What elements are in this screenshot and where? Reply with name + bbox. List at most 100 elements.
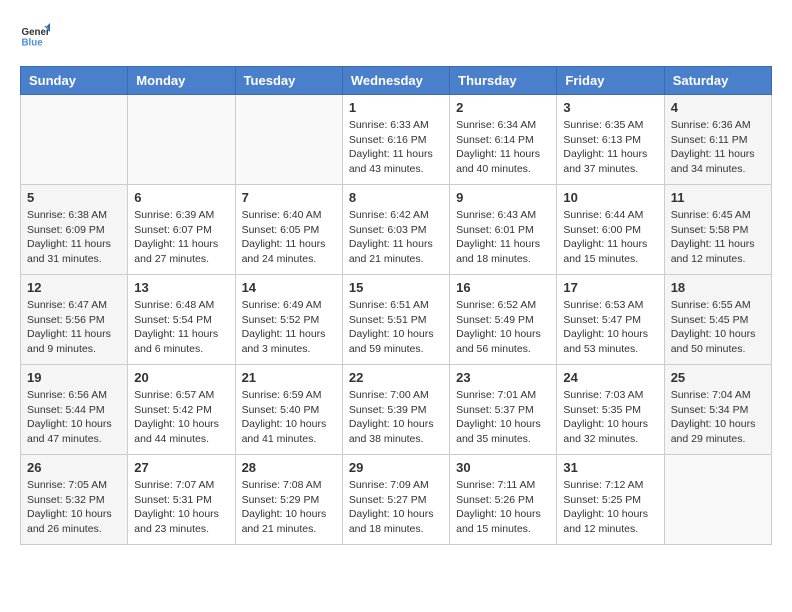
- calendar-day-28: 28 Sunrise: 7:08 AM Sunset: 5:29 PM Dayli…: [235, 455, 342, 545]
- calendar-day-16: 16 Sunrise: 6:52 AM Sunset: 5:49 PM Dayli…: [450, 275, 557, 365]
- day-info: Sunrise: 6:47 AM Sunset: 5:56 PM Dayligh…: [27, 298, 121, 357]
- calendar-day-27: 27 Sunrise: 7:07 AM Sunset: 5:31 PM Dayli…: [128, 455, 235, 545]
- logo-icon: General Blue: [20, 20, 50, 50]
- weekday-header-monday: Monday: [128, 67, 235, 95]
- day-number: 1: [349, 100, 443, 115]
- calendar-week-row: 12 Sunrise: 6:47 AM Sunset: 5:56 PM Dayli…: [21, 275, 772, 365]
- calendar-empty-cell: [664, 455, 771, 545]
- day-number: 28: [242, 460, 336, 475]
- day-info: Sunrise: 7:08 AM Sunset: 5:29 PM Dayligh…: [242, 478, 336, 537]
- logo: General Blue: [20, 20, 56, 50]
- day-info: Sunrise: 7:01 AM Sunset: 5:37 PM Dayligh…: [456, 388, 550, 447]
- day-info: Sunrise: 7:11 AM Sunset: 5:26 PM Dayligh…: [456, 478, 550, 537]
- day-number: 18: [671, 280, 765, 295]
- day-number: 8: [349, 190, 443, 205]
- day-info: Sunrise: 6:55 AM Sunset: 5:45 PM Dayligh…: [671, 298, 765, 357]
- weekday-header-tuesday: Tuesday: [235, 67, 342, 95]
- calendar-table: SundayMondayTuesdayWednesdayThursdayFrid…: [20, 66, 772, 545]
- day-info: Sunrise: 6:44 AM Sunset: 6:00 PM Dayligh…: [563, 208, 657, 267]
- calendar-day-21: 21Sunrise: 6:59 AM Sunset: 5:40 PM Dayli…: [235, 365, 342, 455]
- day-info: Sunrise: 6:42 AM Sunset: 6:03 PM Dayligh…: [349, 208, 443, 267]
- calendar-day-23: 23 Sunrise: 7:01 AM Sunset: 5:37 PM Dayli…: [450, 365, 557, 455]
- calendar-day-17: 17 Sunrise: 6:53 AM Sunset: 5:47 PM Dayli…: [557, 275, 664, 365]
- day-number: 3: [563, 100, 657, 115]
- day-number: 25: [671, 370, 765, 385]
- day-info: Sunrise: 6:36 AM Sunset: 6:11 PM Dayligh…: [671, 118, 765, 177]
- calendar-empty-cell: [21, 95, 128, 185]
- weekday-header-thursday: Thursday: [450, 67, 557, 95]
- page-header: General Blue: [20, 20, 772, 50]
- calendar-day-4: 4 Sunrise: 6:36 AM Sunset: 6:11 PM Daylig…: [664, 95, 771, 185]
- day-number: 15: [349, 280, 443, 295]
- day-number: 29: [349, 460, 443, 475]
- calendar-day-25: 25 Sunrise: 7:04 AM Sunset: 5:34 PM Dayli…: [664, 365, 771, 455]
- calendar-day-22: 22 Sunrise: 7:00 AM Sunset: 5:39 PM Dayli…: [342, 365, 449, 455]
- day-number: 14: [242, 280, 336, 295]
- calendar-day-26: 26 Sunrise: 7:05 AM Sunset: 5:32 PM Dayli…: [21, 455, 128, 545]
- day-number: 26: [27, 460, 121, 475]
- day-info: Sunrise: 6:49 AM Sunset: 5:52 PM Dayligh…: [242, 298, 336, 357]
- svg-text:General: General: [22, 27, 51, 38]
- calendar-day-3: 3 Sunrise: 6:35 AM Sunset: 6:13 PM Daylig…: [557, 95, 664, 185]
- calendar-day-11: 11Sunrise: 6:45 AM Sunset: 5:58 PM Dayli…: [664, 185, 771, 275]
- calendar-day-13: 13 Sunrise: 6:48 AM Sunset: 5:54 PM Dayli…: [128, 275, 235, 365]
- calendar-week-row: 1 Sunrise: 6:33 AM Sunset: 6:16 PM Daylig…: [21, 95, 772, 185]
- day-info: Sunrise: 6:40 AM Sunset: 6:05 PM Dayligh…: [242, 208, 336, 267]
- day-number: 30: [456, 460, 550, 475]
- calendar-day-30: 30 Sunrise: 7:11 AM Sunset: 5:26 PM Dayli…: [450, 455, 557, 545]
- day-info: Sunrise: 7:07 AM Sunset: 5:31 PM Dayligh…: [134, 478, 228, 537]
- day-number: 12: [27, 280, 121, 295]
- day-info: Sunrise: 6:52 AM Sunset: 5:49 PM Dayligh…: [456, 298, 550, 357]
- day-info: Sunrise: 6:57 AM Sunset: 5:42 PM Dayligh…: [134, 388, 228, 447]
- day-info: Sunrise: 7:00 AM Sunset: 5:39 PM Dayligh…: [349, 388, 443, 447]
- day-number: 6: [134, 190, 228, 205]
- day-number: 13: [134, 280, 228, 295]
- calendar-day-1: 1 Sunrise: 6:33 AM Sunset: 6:16 PM Daylig…: [342, 95, 449, 185]
- day-number: 20: [134, 370, 228, 385]
- calendar-day-2: 2 Sunrise: 6:34 AM Sunset: 6:14 PM Daylig…: [450, 95, 557, 185]
- calendar-day-14: 14 Sunrise: 6:49 AM Sunset: 5:52 PM Dayli…: [235, 275, 342, 365]
- weekday-header-saturday: Saturday: [664, 67, 771, 95]
- day-number: 23: [456, 370, 550, 385]
- day-info: Sunrise: 7:12 AM Sunset: 5:25 PM Dayligh…: [563, 478, 657, 537]
- day-number: 16: [456, 280, 550, 295]
- calendar-day-29: 29Sunrise: 7:09 AM Sunset: 5:27 PM Dayli…: [342, 455, 449, 545]
- day-number: 31: [563, 460, 657, 475]
- day-info: Sunrise: 6:34 AM Sunset: 6:14 PM Dayligh…: [456, 118, 550, 177]
- weekday-header-wednesday: Wednesday: [342, 67, 449, 95]
- day-number: 22: [349, 370, 443, 385]
- day-number: 27: [134, 460, 228, 475]
- calendar-day-8: 8 Sunrise: 6:42 AM Sunset: 6:03 PM Daylig…: [342, 185, 449, 275]
- day-info: Sunrise: 7:04 AM Sunset: 5:34 PM Dayligh…: [671, 388, 765, 447]
- calendar-day-12: 12 Sunrise: 6:47 AM Sunset: 5:56 PM Dayli…: [21, 275, 128, 365]
- day-number: 7: [242, 190, 336, 205]
- calendar-empty-cell: [128, 95, 235, 185]
- calendar-day-7: 7 Sunrise: 6:40 AM Sunset: 6:05 PM Daylig…: [235, 185, 342, 275]
- day-number: 4: [671, 100, 765, 115]
- weekday-header-friday: Friday: [557, 67, 664, 95]
- day-number: 11: [671, 190, 765, 205]
- day-info: Sunrise: 7:03 AM Sunset: 5:35 PM Dayligh…: [563, 388, 657, 447]
- calendar-day-10: 10Sunrise: 6:44 AM Sunset: 6:00 PM Dayli…: [557, 185, 664, 275]
- calendar-day-24: 24 Sunrise: 7:03 AM Sunset: 5:35 PM Dayli…: [557, 365, 664, 455]
- svg-text:Blue: Blue: [22, 38, 44, 49]
- calendar-day-15: 15 Sunrise: 6:51 AM Sunset: 5:51 PM Dayli…: [342, 275, 449, 365]
- day-number: 17: [563, 280, 657, 295]
- calendar-day-5: 5 Sunrise: 6:38 AM Sunset: 6:09 PM Daylig…: [21, 185, 128, 275]
- day-number: 21: [242, 370, 336, 385]
- calendar-week-row: 19Sunrise: 6:56 AM Sunset: 5:44 PM Dayli…: [21, 365, 772, 455]
- calendar-day-18: 18 Sunrise: 6:55 AM Sunset: 5:45 PM Dayli…: [664, 275, 771, 365]
- day-info: Sunrise: 6:48 AM Sunset: 5:54 PM Dayligh…: [134, 298, 228, 357]
- day-number: 24: [563, 370, 657, 385]
- day-info: Sunrise: 6:38 AM Sunset: 6:09 PM Dayligh…: [27, 208, 121, 267]
- day-info: Sunrise: 7:05 AM Sunset: 5:32 PM Dayligh…: [27, 478, 121, 537]
- day-info: Sunrise: 6:43 AM Sunset: 6:01 PM Dayligh…: [456, 208, 550, 267]
- day-number: 2: [456, 100, 550, 115]
- calendar-empty-cell: [235, 95, 342, 185]
- day-info: Sunrise: 6:33 AM Sunset: 6:16 PM Dayligh…: [349, 118, 443, 177]
- day-info: Sunrise: 6:35 AM Sunset: 6:13 PM Dayligh…: [563, 118, 657, 177]
- day-number: 5: [27, 190, 121, 205]
- day-info: Sunrise: 6:53 AM Sunset: 5:47 PM Dayligh…: [563, 298, 657, 357]
- calendar-day-9: 9Sunrise: 6:43 AM Sunset: 6:01 PM Daylig…: [450, 185, 557, 275]
- day-info: Sunrise: 6:51 AM Sunset: 5:51 PM Dayligh…: [349, 298, 443, 357]
